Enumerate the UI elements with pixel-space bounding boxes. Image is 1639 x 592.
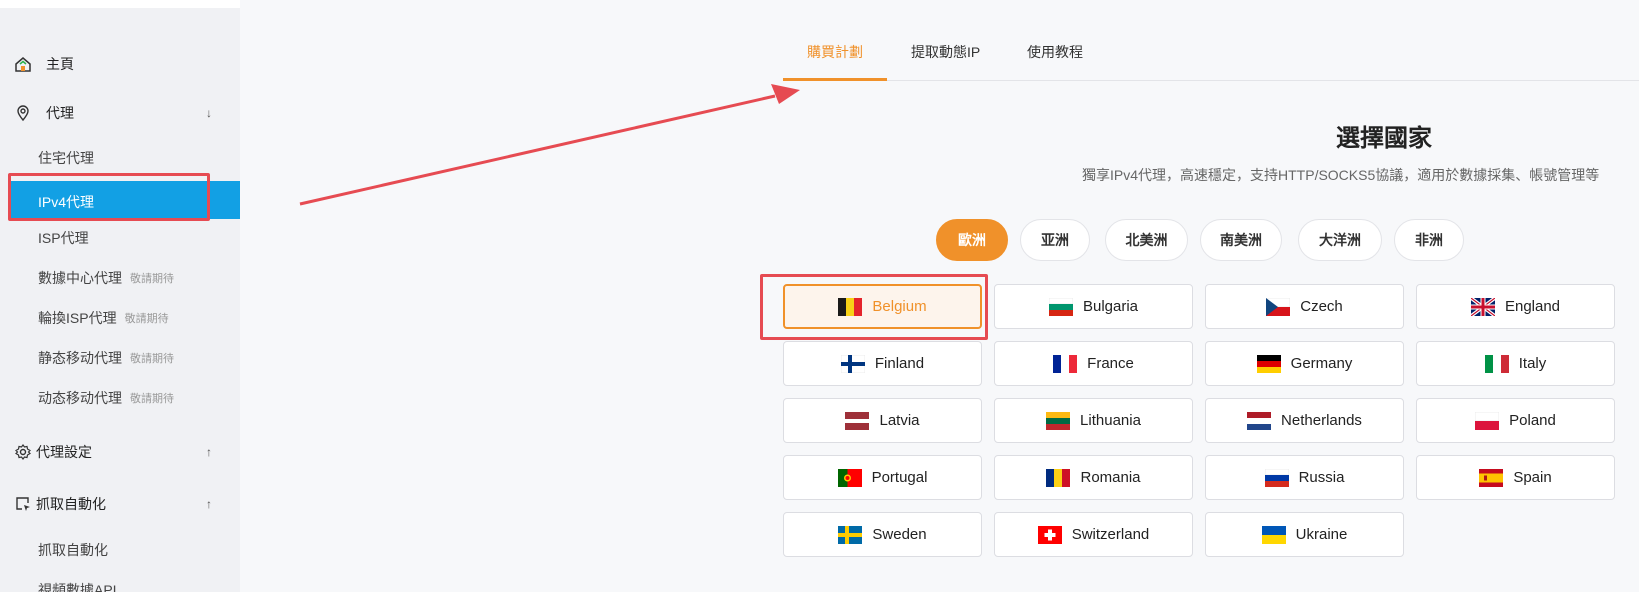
annotation-arrowhead [771, 84, 800, 104]
annotation-arrow-line [299, 94, 776, 206]
annotation-arrow [299, 84, 800, 206]
